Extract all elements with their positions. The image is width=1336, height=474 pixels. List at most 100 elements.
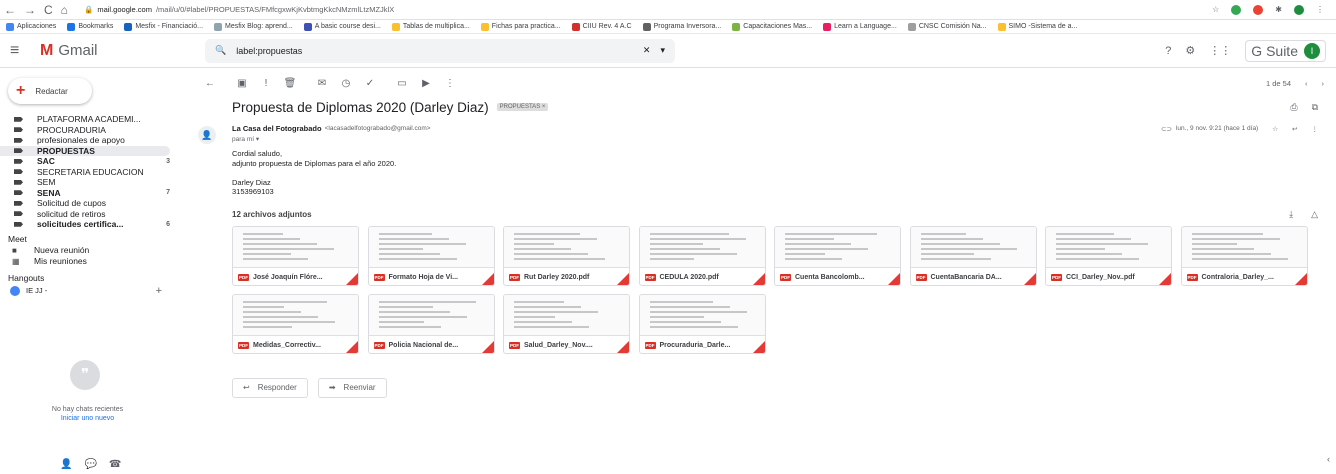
recipient[interactable]: para mí ▾ <box>232 135 1336 143</box>
sidebar-label-item[interactable]: SECRETARIA EDUCACION <box>0 167 190 178</box>
phone-icon[interactable]: ☎ <box>109 459 121 470</box>
more-icon[interactable]: ⋮ <box>1316 5 1324 14</box>
bookmark-item[interactable]: Tablas de multiplica... <box>391 22 470 31</box>
gmail-logo[interactable]: M Gmail <box>40 42 205 60</box>
chat-icon[interactable]: 💬 <box>84 459 96 470</box>
bookmark-item[interactable]: Capacitaciones Mas... <box>732 22 812 31</box>
meet-new-meeting[interactable]: ■ Nueva reunión <box>0 245 190 256</box>
star-icon[interactable]: ☆ <box>1212 5 1219 14</box>
back-icon[interactable]: ← <box>4 3 16 17</box>
attachment-card[interactable]: PDF Cuenta Bancolomb... <box>774 225 901 286</box>
back-to-list-icon[interactable]: ← <box>198 78 222 89</box>
label-icon[interactable]: ▶ <box>414 78 438 89</box>
reply-icon[interactable]: ↩ <box>1292 125 1297 133</box>
more-options-icon[interactable]: ⋮ <box>438 78 462 89</box>
sidebar-label-item[interactable]: SEM <box>0 177 190 188</box>
reply-button[interactable]: ↩ Responder <box>232 377 308 398</box>
puzzle-icon[interactable]: ✱ <box>1275 5 1282 14</box>
attachment-card[interactable]: PDF Salud_Darley_Nov.... <box>503 293 630 354</box>
sidebar-label-item[interactable]: solicitudes certifica... 6 <box>0 219 190 230</box>
bookmark-item[interactable]: Programa Inversora... <box>642 22 721 31</box>
add-chat-icon[interactable]: + <box>156 285 162 297</box>
message-more-icon[interactable]: ⋮ <box>1312 125 1319 133</box>
preview-line <box>243 300 327 303</box>
sidebar-label-item[interactable]: Solicitud de cupos <box>0 198 190 209</box>
search-input[interactable]: label:propuestas <box>236 46 633 56</box>
sidebar-label-item[interactable]: PROCURADURIA <box>0 125 190 136</box>
bookmark-item[interactable]: Mesfix Blog: aprend... <box>214 22 293 31</box>
gsuite-badge[interactable]: G Suite I <box>1245 39 1326 62</box>
download-all-icon[interactable]: ⤓ <box>1289 209 1293 220</box>
menu-icon[interactable]: ≡ <box>10 42 40 60</box>
extension-icon[interactable] <box>1231 4 1242 15</box>
settings-icon[interactable]: ⚙ <box>1185 44 1195 57</box>
search-icon[interactable]: 🔍 <box>215 45 226 56</box>
bookmark-item[interactable]: SIMO -Sistema de a... <box>997 22 1078 31</box>
snooze-icon[interactable]: ◷ <box>334 78 358 89</box>
extension-icon[interactable] <box>1253 4 1264 15</box>
preview-line <box>1191 232 1263 235</box>
help-icon[interactable]: ? <box>1165 45 1171 57</box>
report-spam-icon[interactable]: ! <box>254 78 278 89</box>
bookmark-item[interactable]: Mesfix - Financiació... <box>124 22 203 31</box>
meet-my-meetings[interactable]: ▦ Mis reuniones <box>0 256 190 267</box>
attachment-card[interactable]: PDF Formato Hoja de Vi... <box>367 225 495 286</box>
sender-name[interactable]: La Casa del Fotograbado <box>232 124 322 133</box>
star-message-icon[interactable]: ☆ <box>1272 125 1278 133</box>
search-options-icon[interactable]: ▾ <box>660 45 665 56</box>
attachment-name: CEDULA 2020.pdf <box>659 273 719 281</box>
sidebar-label-item[interactable]: profesionales de apoyo <box>0 135 190 146</box>
open-new-window-icon[interactable]: ⧉ <box>1312 102 1318 113</box>
sidebar-label-item[interactable]: PROPUESTAS <box>0 145 170 156</box>
attachment-card[interactable]: PDF Rut Darley 2020.pdf <box>503 225 630 286</box>
account-avatar[interactable]: I <box>1304 42 1320 59</box>
reload-icon[interactable]: C <box>44 3 53 17</box>
attachment-card[interactable]: PDF José Joaquín Flóre... <box>232 225 359 286</box>
start-chat-link[interactable]: Iniciar uno nuevo <box>0 414 175 423</box>
apps-grid-icon[interactable]: ⋮⋮ <box>1209 44 1231 57</box>
next-icon[interactable]: › <box>1322 79 1325 88</box>
bookmark-item[interactable]: Fichas para practica... <box>480 22 561 31</box>
preview-line <box>514 247 571 250</box>
search-bar[interactable]: 🔍 label:propuestas ✕ ▾ <box>205 38 675 63</box>
attachment-card[interactable]: PDF Procuraduria_Darle... <box>638 293 766 354</box>
add-task-icon[interactable]: ✓ <box>358 78 382 89</box>
address-bar[interactable]: 🔒 mail.google.com/mail/u/0/#label/PROPUE… <box>84 3 1212 17</box>
delete-icon[interactable]: 🗑 <box>278 78 302 89</box>
print-icon[interactable]: ⎙ <box>1290 102 1297 113</box>
bookmark-item[interactable]: CNSC Comisión Na... <box>907 22 987 31</box>
home-icon[interactable]: ⌂ <box>61 3 68 17</box>
attachment-card[interactable]: PDF CuentaBancaria DA... <box>909 225 1037 286</box>
app-name: Gmail <box>58 42 98 59</box>
bookmark-item[interactable]: Aplicaciones <box>6 22 56 31</box>
sidebar-label-item[interactable]: PLATAFORMA ACADEMI... <box>0 114 190 125</box>
compose-button[interactable]: + Redactar <box>8 78 92 104</box>
bookmark-item[interactable]: Bookmarks <box>67 22 113 31</box>
mark-unread-icon[interactable]: ✉ <box>310 78 334 89</box>
forward-icon[interactable]: → <box>24 3 36 17</box>
label-chip[interactable]: PROPUESTAS × <box>496 103 549 111</box>
sidebar-label-item[interactable]: solicitud de retiros <box>0 209 190 220</box>
bookmark-item[interactable]: A basic course desi... <box>303 22 381 31</box>
archive-icon[interactable]: ▣ <box>230 78 254 89</box>
attachment-card[interactable]: PDF CCI_Darley_Nov..pdf <box>1045 225 1172 286</box>
profile-icon[interactable] <box>1294 4 1304 15</box>
hangouts-user[interactable]: IE JJ - + <box>0 284 190 298</box>
sidebar-label-item[interactable]: SAC 3 <box>0 156 190 167</box>
bookmark-item[interactable]: CIIU Rev. 4 A.C <box>571 22 632 31</box>
forward-button[interactable]: ➡ Reenviar <box>317 377 387 398</box>
prev-icon[interactable]: ‹ <box>1305 79 1308 88</box>
person-icon[interactable]: 👤 <box>60 459 72 470</box>
move-to-icon[interactable]: ▭ <box>390 78 414 89</box>
clear-search-icon[interactable]: ✕ <box>643 45 651 56</box>
add-to-drive-icon[interactable]: △ <box>1311 209 1318 220</box>
attachment-card[interactable]: PDF Medidas_Correctiv... <box>232 293 359 354</box>
attachment-card[interactable]: PDF Contraloria_Darley_... <box>1180 225 1308 286</box>
attachment-card[interactable]: PDF Policia Nacional de... <box>367 293 495 354</box>
bookmark-label: SIMO -Sistema de a... <box>1008 23 1078 30</box>
side-panel-toggle-icon[interactable]: ‹ <box>1327 454 1330 464</box>
attachment-card[interactable]: PDF CEDULA 2020.pdf <box>638 225 766 286</box>
sidebar-label-item[interactable]: SENA 7 <box>0 188 190 199</box>
bookmark-item[interactable]: Learn a Language... <box>823 22 897 31</box>
preview-line <box>649 310 747 313</box>
